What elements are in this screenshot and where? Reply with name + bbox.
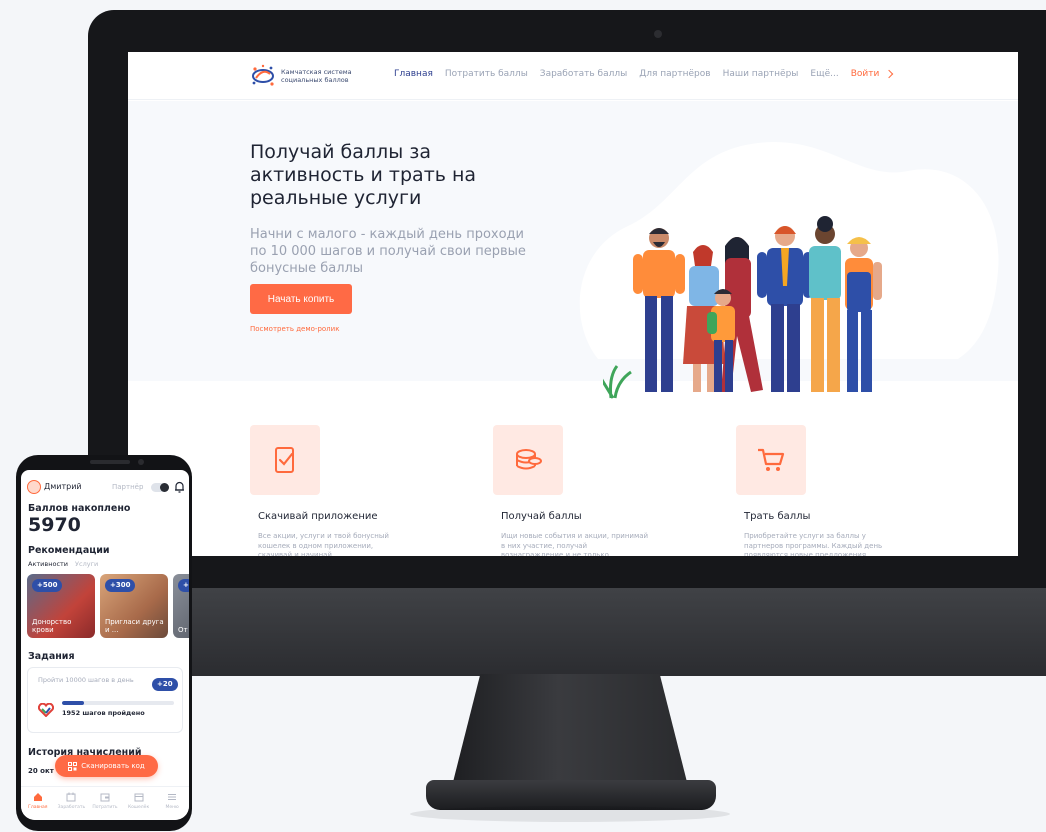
nav-item-spend[interactable]: Потратить баллы bbox=[445, 69, 528, 79]
bell-icon[interactable] bbox=[174, 481, 185, 493]
bottom-nav-label: Потратить bbox=[92, 805, 118, 810]
task-card[interactable]: Пройти 10000 шагов в день +20 1952 шагов… bbox=[27, 667, 183, 733]
feature-icon-box bbox=[250, 425, 320, 495]
bottom-nav-label: Меню bbox=[165, 805, 179, 810]
points-badge: +500 bbox=[32, 579, 63, 592]
avatar[interactable] bbox=[27, 480, 41, 494]
qr-icon bbox=[68, 761, 78, 771]
start-saving-button[interactable]: Начать копить bbox=[250, 284, 352, 314]
bottom-nav-spend[interactable]: Потратить bbox=[90, 792, 120, 820]
feature-icon-box bbox=[493, 425, 563, 495]
feature-icon-box bbox=[736, 425, 806, 495]
nav-item-more[interactable]: Ещё... bbox=[810, 69, 838, 79]
phone-screen: Дмитрий Партнёр Баллов накоплено 5970 Ре… bbox=[21, 470, 189, 820]
heart-icon bbox=[38, 703, 54, 717]
history-date: 20 окт bbox=[28, 767, 54, 775]
scan-code-label: Сканировать код bbox=[81, 762, 145, 770]
monitor-chin bbox=[88, 588, 1046, 676]
bottom-nav-earn[interactable]: Заработать bbox=[56, 792, 86, 820]
tab-activities[interactable]: Активности bbox=[28, 560, 68, 568]
reco-card[interactable]: +300 Пригласи друга и ... bbox=[100, 574, 168, 638]
feature-spend-points: Трать баллы Приобретайте услуги за баллы… bbox=[736, 425, 936, 556]
logo-mark-icon bbox=[252, 64, 274, 86]
points-badge: +20 bbox=[152, 678, 178, 691]
bottom-nav: Главная Заработать Потратить Кошелёк Мен… bbox=[21, 786, 189, 820]
coins-icon bbox=[516, 449, 542, 470]
home-icon bbox=[33, 793, 42, 801]
tab-services[interactable]: Услуги bbox=[75, 560, 98, 568]
nav-item-earn[interactable]: Заработать баллы bbox=[540, 69, 627, 79]
nav-item-for-partners[interactable]: Для партнёров bbox=[639, 69, 710, 79]
hero-subtitle: Начни с малого - каждый день проходи по … bbox=[250, 227, 526, 276]
bottom-nav-home[interactable]: Главная bbox=[23, 792, 53, 820]
task-title: Пройти 10000 шагов в день bbox=[38, 676, 134, 684]
feature-desc: Все акции, услуги и твой бонусный кошеле… bbox=[258, 532, 389, 556]
bottom-nav-label: Главная bbox=[28, 805, 48, 810]
bottom-nav-menu[interactable]: Меню bbox=[157, 792, 187, 820]
calendar-icon bbox=[66, 792, 76, 802]
logo-text: Камчатская система социальных баллов bbox=[281, 68, 352, 84]
menu-icon bbox=[168, 794, 177, 800]
bottom-nav-label: Кошелёк bbox=[127, 805, 150, 810]
points-badge: +300 bbox=[105, 579, 136, 592]
site-logo[interactable]: Камчатская система социальных баллов bbox=[250, 64, 371, 88]
phone-check-icon bbox=[275, 447, 294, 473]
nav-item-our-partners[interactable]: Наши партнёры bbox=[723, 69, 799, 79]
reco-card[interactable]: +500 Донорство крови bbox=[27, 574, 95, 638]
feature-title: Получай баллы bbox=[501, 511, 582, 522]
bottom-nav-label: Заработать bbox=[57, 805, 86, 810]
feature-desc: Приобретайте услуги за баллы у партнеров… bbox=[744, 532, 883, 556]
points-badge: + bbox=[178, 579, 189, 592]
hero-title: Получай баллы за активность и трать на р… bbox=[250, 141, 477, 209]
tasks-title: Задания bbox=[28, 651, 75, 662]
recommendations-tabs: Активности Услуги bbox=[28, 560, 105, 568]
phone-camera bbox=[138, 459, 144, 465]
monitor-camera bbox=[654, 30, 662, 38]
reco-card-text: От со bbox=[178, 626, 189, 634]
reco-card-text: Донорство крови bbox=[32, 618, 72, 634]
feature-title: Скачивай приложение bbox=[258, 511, 378, 522]
partner-toggle[interactable] bbox=[151, 483, 169, 492]
people-illustration bbox=[603, 216, 882, 399]
scan-code-button[interactable]: Сканировать код bbox=[55, 755, 158, 777]
desktop-screen: Камчатская система социальных баллов Гла… bbox=[128, 52, 1018, 556]
phone-speaker bbox=[90, 460, 130, 464]
cart-icon bbox=[758, 448, 785, 471]
steps-text: 1952 шагов пройдено bbox=[62, 709, 145, 717]
user-name: Дмитрий bbox=[44, 482, 82, 491]
feature-get-points: Получай баллы Ищи новые события и акции,… bbox=[493, 425, 693, 556]
chevron-right-icon bbox=[885, 69, 894, 79]
login-link[interactable]: Войти bbox=[850, 69, 894, 79]
feature-download-app: Скачивай приложение Все акции, услуги и … bbox=[250, 425, 450, 556]
wallet-icon bbox=[100, 793, 110, 802]
reco-card-text: Пригласи друга и ... bbox=[105, 618, 164, 634]
balance-value: 5970 bbox=[28, 514, 81, 536]
partner-label: Партнёр bbox=[112, 483, 144, 491]
steps-progress-fill bbox=[62, 701, 84, 705]
monitor-stand-neck bbox=[452, 674, 688, 786]
steps-progress-bar bbox=[62, 701, 174, 705]
login-label: Войти bbox=[850, 69, 880, 79]
bottom-nav-wallet[interactable]: Кошелёк bbox=[124, 792, 154, 820]
recommendations-title: Рекомендации bbox=[28, 545, 110, 556]
phone-top-bar: Дмитрий Партнёр bbox=[27, 480, 185, 496]
monitor-stand-shadow bbox=[410, 806, 730, 822]
feature-desc: Ищи новые события и акции, принимай в ни… bbox=[501, 532, 649, 556]
hero-section: Получай баллы за активность и трать на р… bbox=[128, 101, 1018, 399]
feature-title: Трать баллы bbox=[744, 511, 811, 522]
demo-video-link[interactable]: Посмотреть демо-ролик bbox=[250, 325, 339, 333]
card-icon bbox=[134, 793, 144, 802]
reco-card[interactable]: + От со bbox=[173, 574, 189, 638]
main-nav: Главная Потратить баллы Заработать баллы… bbox=[394, 69, 894, 79]
balance-label: Баллов накоплено bbox=[28, 503, 131, 514]
nav-item-home[interactable]: Главная bbox=[394, 69, 433, 79]
site-header: Камчатская система социальных баллов Гла… bbox=[128, 52, 1018, 100]
